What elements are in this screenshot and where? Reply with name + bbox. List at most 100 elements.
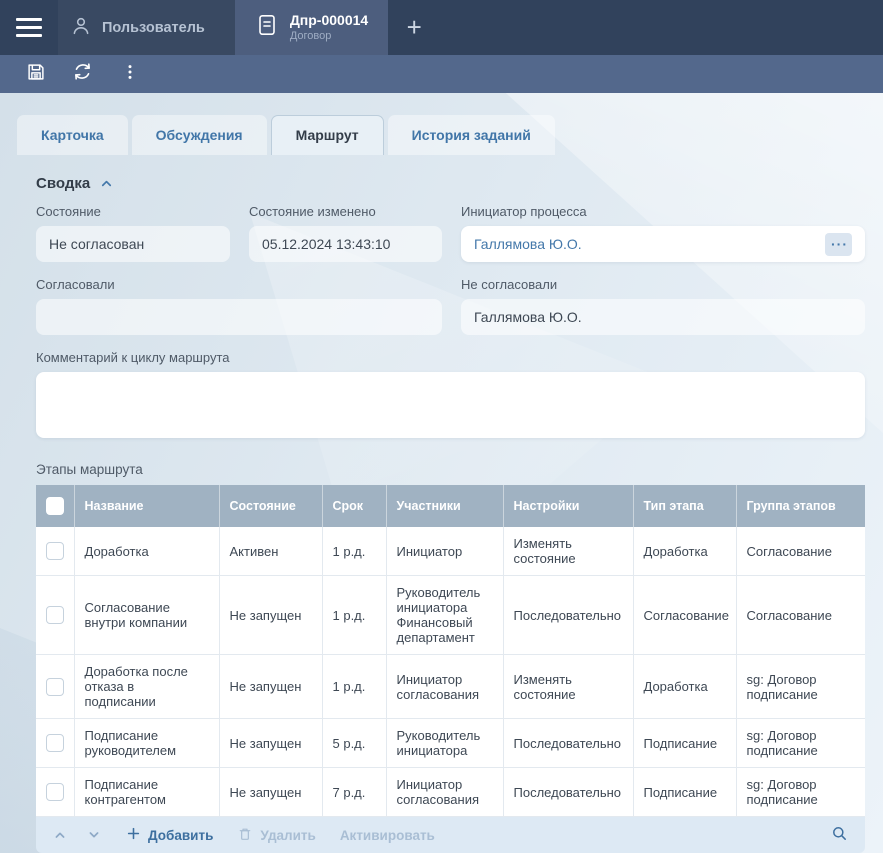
stage-participants-cell: Инициатор согласования xyxy=(386,655,503,719)
stage-type-cell: Доработка xyxy=(633,655,736,719)
field-route-comment: Комментарий к циклу маршрута xyxy=(36,350,865,438)
stage-row[interactable]: Подписание руководителем Не запущен 5 р.… xyxy=(36,719,865,768)
move-up-button[interactable] xyxy=(52,827,68,843)
field-initiator-input[interactable]: Галлямова Ю.О. ··· xyxy=(461,226,865,262)
stage-term-cell: 1 р.д. xyxy=(322,576,386,655)
field-approved-value xyxy=(36,299,442,335)
search-icon xyxy=(830,824,849,846)
tab-user-label: Пользователь xyxy=(102,20,205,36)
add-stage-label: Добавить xyxy=(148,828,213,843)
activate-stage-label: Активировать xyxy=(340,828,435,843)
stage-type-cell: Подписание xyxy=(633,768,736,817)
column-header-stage-type[interactable]: Тип этапа xyxy=(633,485,736,527)
row-checkbox[interactable] xyxy=(46,734,64,752)
field-state-label: Состояние xyxy=(36,204,230,219)
stage-name-cell: Доработка xyxy=(74,527,219,576)
column-header-participants[interactable]: Участники xyxy=(386,485,503,527)
field-initiator: Инициатор процесса Галлямова Ю.О. ··· xyxy=(461,204,865,262)
stage-state-cell: Не запущен xyxy=(219,719,322,768)
stage-name-cell: Согласование внутри компании xyxy=(74,576,219,655)
stage-term-cell: 1 р.д. xyxy=(322,655,386,719)
stage-term-cell: 1 р.д. xyxy=(322,527,386,576)
new-tab-button[interactable]: + xyxy=(388,0,440,55)
hamburger-menu-button[interactable] xyxy=(0,0,58,55)
stage-settings-cell: Последовательно xyxy=(503,576,633,655)
app-window: Пользователь Дпр-000014 Договор + xyxy=(0,0,883,853)
field-not-approved-label: Не согласовали xyxy=(461,277,865,292)
collapse-summary-button[interactable] xyxy=(99,176,114,191)
stage-type-cell: Доработка xyxy=(633,527,736,576)
add-stage-button[interactable]: Добавить xyxy=(126,826,213,844)
initiator-lookup-button[interactable]: ··· xyxy=(825,233,852,256)
stage-group-cell: sg: Договор подписание xyxy=(736,768,865,817)
tab-user[interactable]: Пользователь xyxy=(58,0,235,55)
stage-name-cell: Доработка после отказа в подписании xyxy=(74,655,219,719)
route-cycle-comment-input[interactable] xyxy=(36,372,865,438)
stage-settings-cell: Последовательно xyxy=(503,768,633,817)
stages-table-title: Этапы маршрута xyxy=(36,462,865,477)
field-state-changed: Состояние изменено 05.12.2024 13:43:10 xyxy=(249,204,442,262)
more-vertical-icon xyxy=(120,62,140,87)
stage-row[interactable]: Доработка после отказа в подписании Не з… xyxy=(36,655,865,719)
stage-state-cell: Не запущен xyxy=(219,655,322,719)
more-actions-button[interactable] xyxy=(106,55,153,93)
doc-tab-subtitle: Договор xyxy=(290,29,368,43)
field-approved: Согласовали xyxy=(36,277,442,335)
tab-card[interactable]: Карточка xyxy=(17,115,128,155)
field-not-approved-value: Галлямова Ю.О. xyxy=(461,299,865,335)
activate-stage-button[interactable]: Активировать xyxy=(340,828,435,843)
select-all-checkbox[interactable] xyxy=(46,497,64,515)
document-tabs: Карточка Обсуждения Маршрут История зада… xyxy=(17,115,883,155)
tab-discussions[interactable]: Обсуждения xyxy=(132,115,267,155)
stage-settings-cell: Последовательно xyxy=(503,719,633,768)
top-bar: Пользователь Дпр-000014 Договор + xyxy=(0,0,883,55)
row-checkbox[interactable] xyxy=(46,783,64,801)
field-initiator-label: Инициатор процесса xyxy=(461,204,865,219)
stage-group-cell: Согласование xyxy=(736,527,865,576)
row-checkbox[interactable] xyxy=(46,606,64,624)
stage-settings-cell: Изменять состояние xyxy=(503,527,633,576)
route-stages-section: Этапы маршрута Название Состояние Срок У… xyxy=(36,462,865,853)
column-header-name[interactable]: Название xyxy=(74,485,219,527)
stage-group-cell: sg: Договор подписание xyxy=(736,719,865,768)
document-icon xyxy=(255,13,279,42)
stage-row[interactable]: Подписание контрагентом Не запущен 7 р.д… xyxy=(36,768,865,817)
move-down-button[interactable] xyxy=(86,827,102,843)
stage-type-cell: Согласование xyxy=(633,576,736,655)
stage-group-cell: Согласование xyxy=(736,576,865,655)
stage-type-cell: Подписание xyxy=(633,719,736,768)
page-content: Карточка Обсуждения Маршрут История зада… xyxy=(0,93,883,853)
summary-title: Сводка xyxy=(36,175,90,192)
stage-group-cell: sg: Договор подписание xyxy=(736,655,865,719)
stage-name-cell: Подписание руководителем xyxy=(74,719,219,768)
stage-participants-cell: Руководитель инициатора Финансовый депар… xyxy=(386,576,503,655)
tab-route[interactable]: Маршрут xyxy=(271,115,384,155)
stage-row[interactable]: Доработка Активен 1 р.д. Инициатор Измен… xyxy=(36,527,865,576)
stage-participants-cell: Инициатор согласования xyxy=(386,768,503,817)
stages-table: Название Состояние Срок Участники Настро… xyxy=(36,485,865,817)
row-checkbox[interactable] xyxy=(46,542,64,560)
field-initiator-value: Галлямова Ю.О. xyxy=(474,236,582,252)
row-checkbox[interactable] xyxy=(46,678,64,696)
stage-state-cell: Не запущен xyxy=(219,768,322,817)
field-state-value: Не согласован xyxy=(36,226,230,262)
field-state: Состояние Не согласован xyxy=(36,204,230,262)
stages-table-header-row: Название Состояние Срок Участники Настро… xyxy=(36,485,865,527)
column-header-settings[interactable]: Настройки xyxy=(503,485,633,527)
save-button[interactable] xyxy=(12,55,59,93)
plus-icon xyxy=(126,826,141,844)
tab-task-history[interactable]: История заданий xyxy=(388,115,555,155)
user-icon xyxy=(70,15,92,41)
refresh-button[interactable] xyxy=(59,55,106,93)
stages-table-toolbar: Добавить Удалить Активировать xyxy=(36,817,865,853)
column-header-term[interactable]: Срок xyxy=(322,485,386,527)
field-approved-label: Согласовали xyxy=(36,277,442,292)
summary-section: Сводка Состояние Не согласован Состояние… xyxy=(36,175,865,438)
column-header-state[interactable]: Состояние xyxy=(219,485,322,527)
stage-row[interactable]: Согласование внутри компании Не запущен … xyxy=(36,576,865,655)
stage-name-cell: Подписание контрагентом xyxy=(74,768,219,817)
delete-stage-button[interactable]: Удалить xyxy=(237,826,315,845)
column-header-stage-group[interactable]: Группа этапов xyxy=(736,485,865,527)
tab-document-active[interactable]: Дпр-000014 Договор xyxy=(235,0,388,55)
search-button[interactable] xyxy=(830,824,849,846)
